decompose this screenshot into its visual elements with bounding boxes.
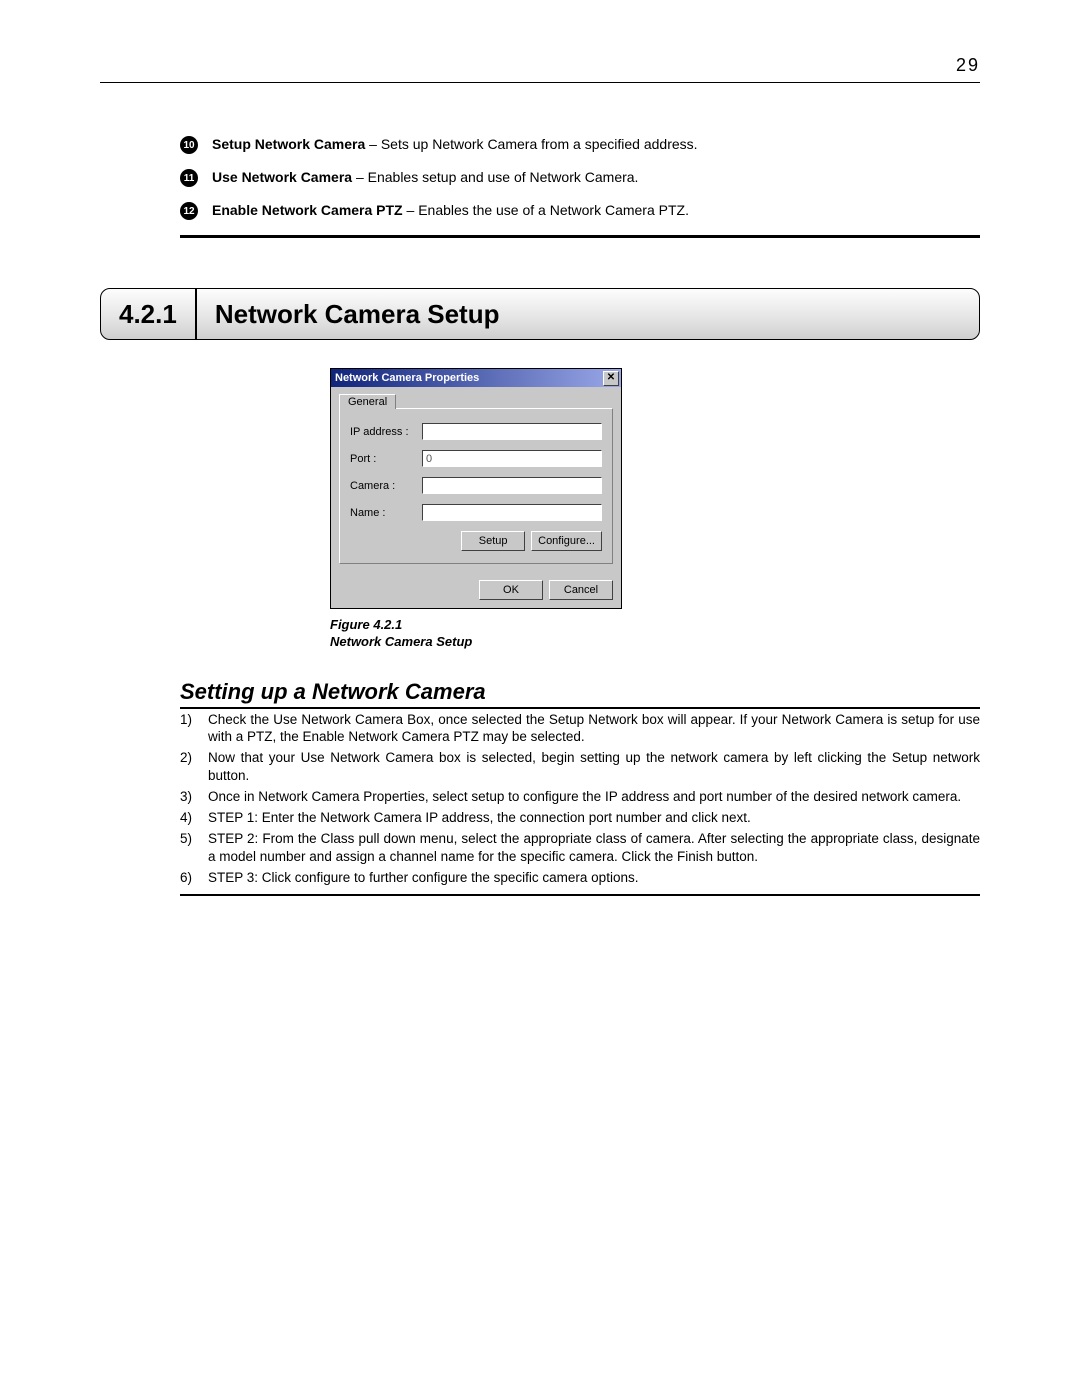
step-number: 6) <box>180 869 208 886</box>
camera-label: Camera : <box>350 480 422 492</box>
subheading: Setting up a Network Camera <box>180 679 980 709</box>
steps-list: 1) Check the Use Network Camera Box, onc… <box>180 709 980 896</box>
tab-panel-general: IP address : Port : 0 Camera : Name : <box>339 408 613 564</box>
name-label: Name : <box>350 507 422 519</box>
step-number: 2) <box>180 749 208 784</box>
network-camera-properties-dialog: Network Camera Properties ✕ General IP a… <box>330 368 622 609</box>
definition-desc: – Enables the use of a Network Camera PT… <box>407 202 689 218</box>
dialog-titlebar: Network Camera Properties ✕ <box>331 369 621 387</box>
definition-desc: – Sets up Network Camera from a specifie… <box>365 136 697 152</box>
dialog-title: Network Camera Properties <box>335 372 479 384</box>
definitions-block: 10 Setup Network Camera – Sets up Networ… <box>180 128 980 238</box>
port-label: Port : <box>350 453 422 465</box>
section-title: Network Camera Setup <box>197 289 518 339</box>
definition-text: Setup Network Camera – Sets up Network C… <box>212 135 698 153</box>
definition-text: Enable Network Camera PTZ – Enables the … <box>212 201 689 219</box>
setup-button[interactable]: Setup <box>461 531 525 551</box>
step-text: Now that your Use Network Camera box is … <box>208 749 980 784</box>
step-text: STEP 3: Click configure to further confi… <box>208 869 980 886</box>
cancel-button[interactable]: Cancel <box>549 580 613 600</box>
tab-general[interactable]: General <box>339 394 396 409</box>
definition-term: Setup Network Camera <box>212 136 365 152</box>
bullet-number-icon: 12 <box>180 202 198 220</box>
configure-button[interactable]: Configure... <box>531 531 602 551</box>
step-number: 5) <box>180 830 208 865</box>
section-number: 4.2.1 <box>101 289 197 339</box>
ip-address-label: IP address : <box>350 426 422 438</box>
list-item: 2) Now that your Use Network Camera box … <box>180 747 980 786</box>
ok-button[interactable]: OK <box>479 580 543 600</box>
figure-caption-line1: Figure 4.2.1 <box>330 617 980 634</box>
figure-caption-line2: Network Camera Setup <box>330 634 980 651</box>
bullet-number-icon: 10 <box>180 136 198 154</box>
list-item: 4) STEP 1: Enter the Network Camera IP a… <box>180 807 980 828</box>
list-item: 6) STEP 3: Click configure to further co… <box>180 867 980 888</box>
step-text: STEP 2: From the Class pull down menu, s… <box>208 830 980 865</box>
page-number: 29 <box>100 55 980 83</box>
section-heading-bar: 4.2.1 Network Camera Setup <box>100 288 980 340</box>
port-field[interactable]: 0 <box>422 450 602 467</box>
step-number: 3) <box>180 788 208 805</box>
step-number: 4) <box>180 809 208 826</box>
definition-row: 10 Setup Network Camera – Sets up Networ… <box>180 128 980 161</box>
step-text: Check the Use Network Camera Box, once s… <box>208 711 980 746</box>
definition-row: 11 Use Network Camera – Enables setup an… <box>180 161 980 194</box>
list-item: 1) Check the Use Network Camera Box, onc… <box>180 709 980 748</box>
ip-address-field[interactable] <box>422 423 602 440</box>
bullet-number-icon: 11 <box>180 169 198 187</box>
figure-caption: Figure 4.2.1 Network Camera Setup <box>330 617 980 651</box>
step-number: 1) <box>180 711 208 746</box>
definition-desc: – Enables setup and use of Network Camer… <box>356 169 639 185</box>
list-item: 3) Once in Network Camera Properties, se… <box>180 786 980 807</box>
step-text: Once in Network Camera Properties, selec… <box>208 788 980 805</box>
definition-term: Enable Network Camera PTZ <box>212 202 407 218</box>
close-icon[interactable]: ✕ <box>603 371 619 386</box>
definition-text: Use Network Camera – Enables setup and u… <box>212 168 638 186</box>
definition-term: Use Network Camera <box>212 169 356 185</box>
camera-field[interactable] <box>422 477 602 494</box>
name-field[interactable] <box>422 504 602 521</box>
list-item: 5) STEP 2: From the Class pull down menu… <box>180 828 980 867</box>
step-text: STEP 1: Enter the Network Camera IP addr… <box>208 809 980 826</box>
definition-row: 12 Enable Network Camera PTZ – Enables t… <box>180 194 980 227</box>
